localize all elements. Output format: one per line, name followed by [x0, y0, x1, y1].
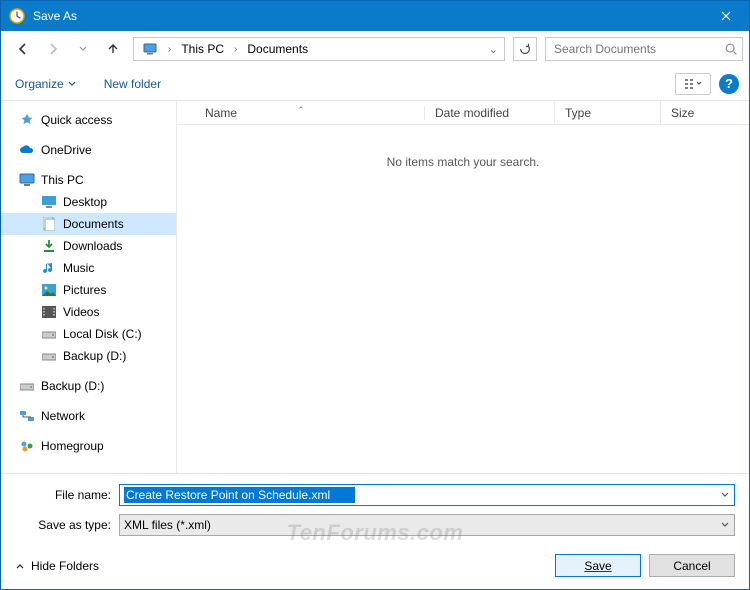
chevron-right-icon[interactable]: ›: [164, 44, 175, 55]
drive-icon: [19, 378, 35, 394]
address-bar[interactable]: › This PC › Documents ⌄: [133, 37, 505, 61]
tree-quick-access[interactable]: Quick access: [1, 109, 176, 131]
new-folder-label: New folder: [104, 77, 161, 91]
explorer-body: Quick access OneDrive This PC Desktop Do…: [1, 101, 749, 473]
chevron-down-icon: [720, 520, 730, 530]
tree-downloads[interactable]: Downloads: [1, 235, 176, 257]
tree-onedrive[interactable]: OneDrive: [1, 139, 176, 161]
network-icon: [19, 408, 35, 424]
download-icon: [41, 238, 57, 254]
documents-icon: [41, 216, 57, 232]
filename-label: File name:: [15, 488, 119, 502]
recent-dropdown-icon[interactable]: [69, 35, 97, 63]
organize-label: Organize: [15, 77, 64, 91]
sort-indicator-icon: ⌃: [177, 105, 425, 116]
organize-menu[interactable]: Organize: [11, 71, 80, 97]
column-size[interactable]: Size: [661, 101, 749, 124]
filename-input[interactable]: [124, 487, 355, 503]
nav-row: › This PC › Documents ⌄: [1, 31, 749, 67]
refresh-button[interactable]: [513, 37, 537, 61]
breadcrumb-this-pc[interactable]: This PC: [175, 38, 230, 60]
list-header: ⌃ Name Date modified Type Size: [177, 101, 749, 125]
chevron-down-icon[interactable]: ⌄: [485, 43, 502, 56]
save-button[interactable]: Save: [555, 554, 641, 577]
pc-icon: [19, 172, 35, 188]
filename-combobox[interactable]: [119, 484, 735, 506]
search-icon: [724, 42, 738, 56]
chevron-down-icon[interactable]: [720, 490, 730, 500]
desktop-icon: [41, 194, 57, 210]
tree-this-pc[interactable]: This PC: [1, 169, 176, 191]
save-as-dialog: Save As › This PC › Documents ⌄: [0, 0, 750, 590]
filetype-dropdown[interactable]: XML files (*.xml): [119, 514, 735, 536]
tree-local-disk[interactable]: Local Disk (C:): [1, 323, 176, 345]
music-icon: [41, 260, 57, 276]
forward-button[interactable]: [39, 35, 67, 63]
view-options-button[interactable]: [675, 73, 711, 95]
star-icon: [19, 112, 35, 128]
filetype-label: Save as type:: [15, 518, 119, 532]
tree-network[interactable]: Network: [1, 405, 176, 427]
window-title: Save As: [33, 9, 77, 23]
tree-backup-d[interactable]: Backup (D:): [1, 345, 176, 367]
tree-videos[interactable]: Videos: [1, 301, 176, 323]
search-input[interactable]: [552, 41, 724, 57]
breadcrumb-documents[interactable]: Documents: [241, 38, 314, 60]
back-button[interactable]: [9, 35, 37, 63]
chevron-down-icon: [68, 80, 76, 88]
help-button[interactable]: ?: [719, 74, 739, 94]
app-clock-icon: [9, 8, 25, 24]
tree-documents[interactable]: Documents: [1, 213, 176, 235]
drive-icon: [41, 348, 57, 364]
breadcrumb-pc-icon[interactable]: [136, 38, 164, 60]
bottom-panel: File name: Save as type: XML files (*.xm…: [1, 473, 749, 589]
videos-icon: [41, 304, 57, 320]
tree-backup-d-2[interactable]: Backup (D:): [1, 375, 176, 397]
drive-icon: [41, 326, 57, 342]
close-button[interactable]: [703, 1, 749, 31]
column-date[interactable]: Date modified: [425, 101, 555, 124]
filetype-value: XML files (*.xml): [124, 518, 211, 532]
new-folder-button[interactable]: New folder: [100, 71, 165, 97]
file-list: ⌃ Name Date modified Type Size No items …: [177, 101, 749, 473]
homegroup-icon: [19, 438, 35, 454]
title-bar: Save As: [1, 1, 749, 31]
column-type[interactable]: Type: [555, 101, 661, 124]
cancel-button[interactable]: Cancel: [649, 554, 735, 577]
chevron-right-icon[interactable]: ›: [230, 44, 241, 55]
chevron-up-icon: [15, 561, 25, 571]
navigation-tree[interactable]: Quick access OneDrive This PC Desktop Do…: [1, 101, 177, 473]
search-box[interactable]: [545, 37, 743, 61]
hide-folders-button[interactable]: Hide Folders: [15, 559, 99, 573]
tree-pictures[interactable]: Pictures: [1, 279, 176, 301]
tree-homegroup[interactable]: Homegroup: [1, 435, 176, 457]
up-button[interactable]: [99, 35, 127, 63]
tree-music[interactable]: Music: [1, 257, 176, 279]
cloud-icon: [19, 142, 35, 158]
pictures-icon: [41, 282, 57, 298]
tree-desktop[interactable]: Desktop: [1, 191, 176, 213]
empty-list-message: No items match your search.: [177, 125, 749, 473]
command-bar: Organize New folder ?: [1, 67, 749, 101]
